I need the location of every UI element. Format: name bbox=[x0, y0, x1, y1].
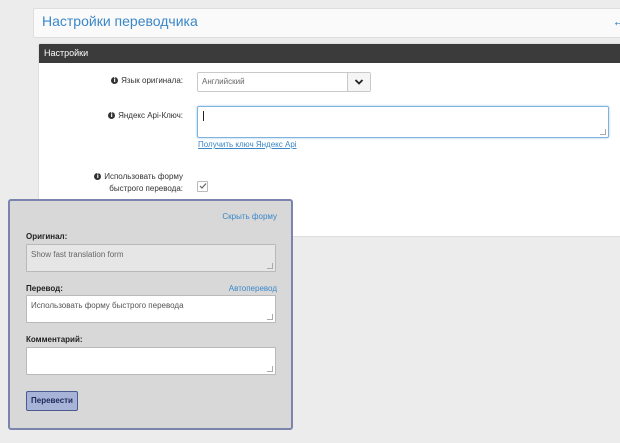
text-caret bbox=[203, 111, 204, 121]
chevron-down-icon bbox=[354, 79, 364, 85]
quick-form-label: i Использовать форму быстрого перевода: bbox=[59, 171, 183, 195]
page-title: Настройки переводчика bbox=[42, 13, 198, 29]
comment-field[interactable] bbox=[26, 347, 276, 375]
translation-label: Перевод: bbox=[26, 284, 63, 293]
translation-text: Использовать форму быстрого перевода bbox=[31, 301, 184, 310]
resize-handle[interactable] bbox=[600, 129, 606, 135]
api-key-label-text: Яндекс Api-Ключ: bbox=[118, 111, 183, 120]
hide-form-link[interactable]: Скрыть форму bbox=[222, 212, 277, 221]
translate-button[interactable]: Перевести bbox=[26, 391, 78, 411]
info-icon: i bbox=[108, 112, 116, 120]
quick-form-label-line2: быстрого перевода: bbox=[109, 184, 183, 193]
panel-heading: Настройки bbox=[39, 44, 620, 63]
resize-handle[interactable] bbox=[267, 314, 273, 320]
original-text: Show fast translation form bbox=[31, 250, 124, 259]
header-card: Настройки переводчика ← bbox=[33, 8, 620, 38]
source-language-value: Английский bbox=[202, 77, 245, 86]
get-api-key-link[interactable]: Получить ключ Яндекс Api bbox=[198, 140, 297, 149]
api-key-input[interactable] bbox=[197, 106, 609, 138]
back-link[interactable]: ← bbox=[612, 13, 620, 29]
resize-handle[interactable] bbox=[267, 366, 273, 372]
quick-translate-form: Скрыть форму Оригинал: Show fast transla… bbox=[8, 199, 293, 430]
source-language-label-text: Язык оригинала: bbox=[121, 76, 183, 85]
info-icon: i bbox=[111, 77, 119, 85]
auto-translate-link[interactable]: Автоперевод bbox=[229, 284, 277, 293]
quick-form-checkbox[interactable] bbox=[197, 181, 208, 192]
check-icon bbox=[199, 183, 206, 189]
translation-field[interactable]: Использовать форму быстрого перевода bbox=[26, 295, 276, 323]
source-language-select[interactable]: Английский bbox=[197, 72, 371, 92]
source-language-label: i Язык оригинала: bbox=[59, 76, 183, 85]
resize-handle bbox=[267, 263, 273, 269]
comment-label: Комментарий: bbox=[26, 335, 83, 344]
dropdown-button[interactable] bbox=[347, 73, 370, 91]
original-label: Оригинал: bbox=[26, 232, 68, 241]
original-text-field: Show fast translation form bbox=[26, 244, 276, 272]
info-icon: i bbox=[94, 173, 102, 181]
api-key-label: i Яндекс Api-Ключ: bbox=[59, 111, 183, 120]
quick-form-label-line1: Использовать форму bbox=[104, 172, 183, 181]
